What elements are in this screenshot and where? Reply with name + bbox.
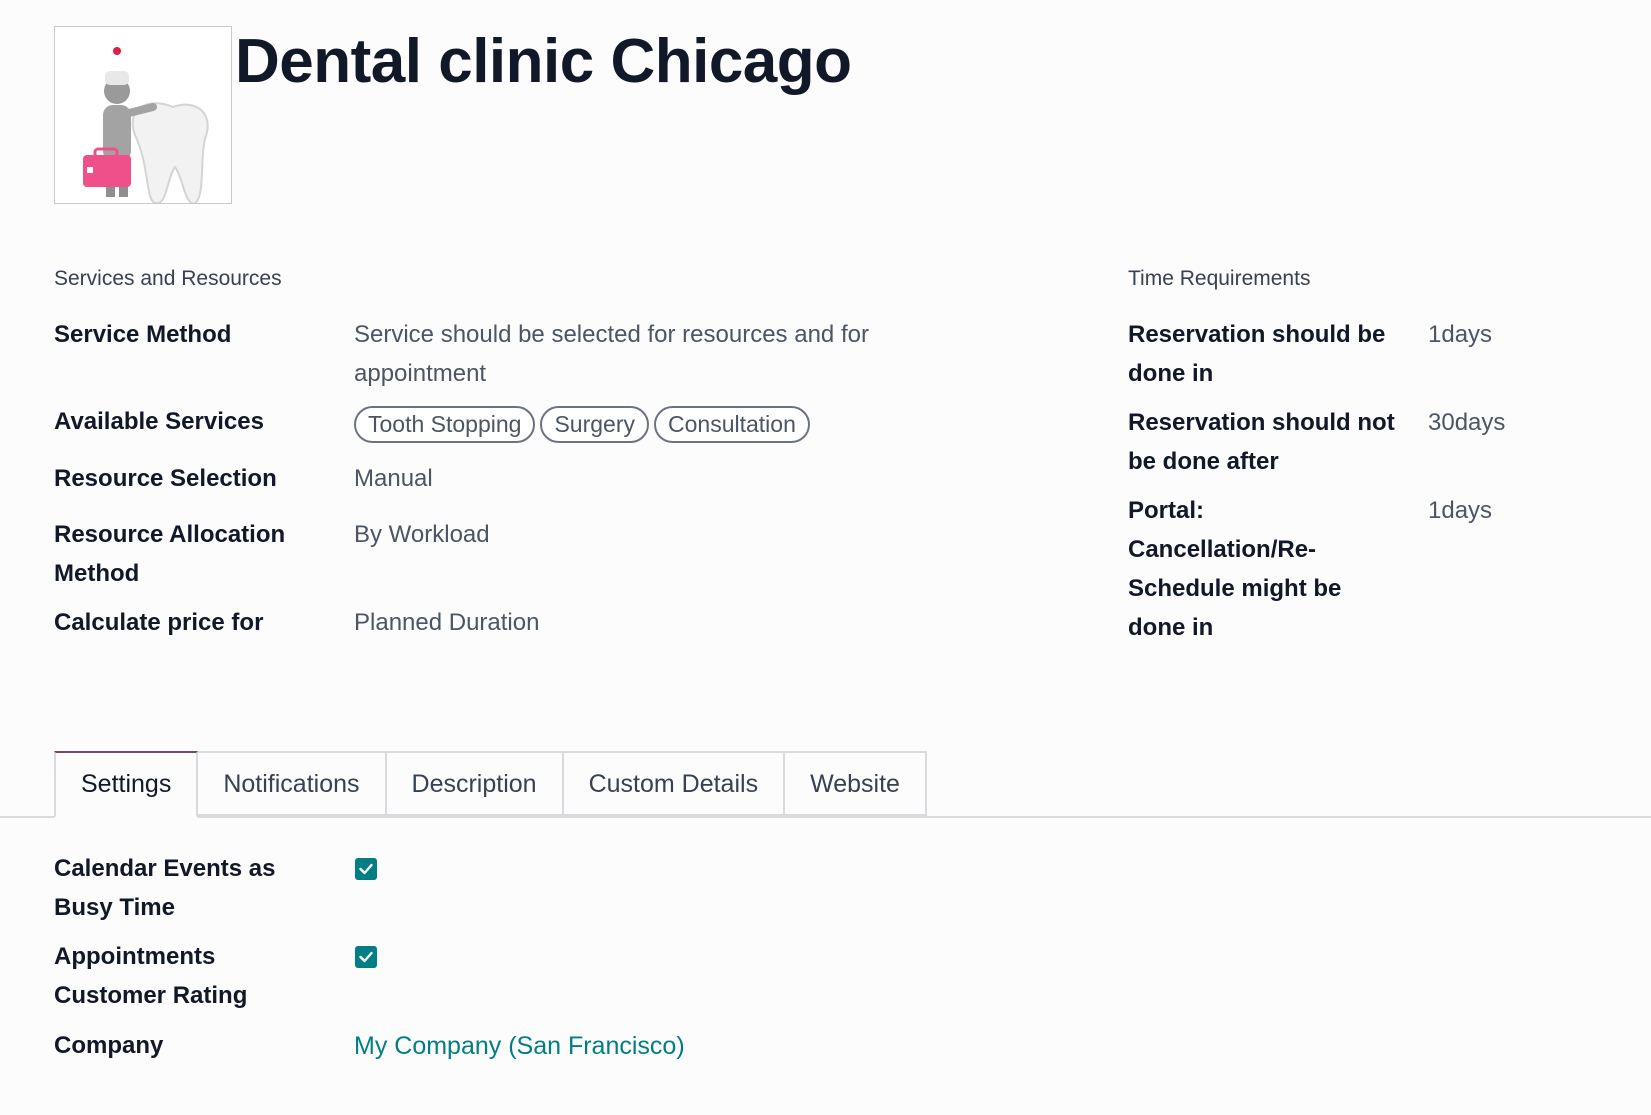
service-method-value[interactable]: Service should be selected for resources… [354, 315, 869, 354]
service-method-label: Service Method [54, 321, 232, 348]
dentist-with-tooth-icon [83, 47, 209, 203]
calendar-busy-label: Calendar Events as [54, 855, 276, 882]
reservation-not-after-value[interactable]: 30days [1428, 403, 1505, 442]
section-title-time: Time Requirements [1128, 267, 1311, 290]
resource-allocation-label-cont: Method [54, 560, 140, 587]
tab-website[interactable]: Website [785, 751, 927, 816]
resource-allocation-value[interactable]: By Workload [354, 515, 490, 554]
checkmark-icon [359, 951, 373, 963]
service-tag[interactable]: Tooth Stopping [354, 406, 536, 443]
calculate-price-label: Calculate price for [54, 609, 264, 636]
portal-cancel-value[interactable]: 1days [1428, 491, 1492, 530]
company-link[interactable]: My Company (San Francisco) [354, 1027, 685, 1066]
portal-cancel-label-line4: done in [1128, 614, 1214, 641]
tab-settings[interactable]: Settings [54, 751, 199, 818]
section-title-services: Services and Resources [54, 267, 282, 290]
available-services-label: Available Services [54, 408, 264, 435]
page-title[interactable]: Dental clinic Chicago [235, 22, 852, 102]
reservation-in-value[interactable]: 1days [1428, 315, 1492, 354]
reservation-not-after-label-cont: be done after [1128, 448, 1279, 475]
checkmark-icon [359, 863, 373, 875]
reservation-in-label-cont: done in [1128, 360, 1214, 387]
reservation-not-after-label: Reservation should not [1128, 409, 1395, 436]
resource-selection-label: Resource Selection [54, 465, 277, 492]
service-method-value-cont[interactable]: appointment [354, 354, 486, 393]
portal-cancel-label: Portal: [1128, 497, 1205, 524]
calculate-price-value[interactable]: Planned Duration [354, 603, 539, 642]
available-services-tags[interactable]: Tooth Stopping Surgery Consultation [354, 406, 810, 443]
record-image[interactable] [54, 26, 232, 204]
resource-allocation-label: Resource Allocation [54, 521, 286, 548]
calendar-busy-label-cont: Busy Time [54, 894, 175, 921]
portal-cancel-label-line3: Schedule might be [1128, 575, 1342, 602]
resource-selection-value[interactable]: Manual [354, 459, 433, 498]
customer-rating-checkbox[interactable] [355, 946, 377, 968]
notebook-tabs: Settings Notifications Description Custo… [54, 751, 927, 818]
customer-rating-label-cont: Customer Rating [54, 982, 248, 1009]
customer-rating-label: Appointments [54, 943, 216, 970]
calendar-busy-checkbox[interactable] [355, 858, 377, 880]
reservation-in-label: Reservation should be [1128, 321, 1386, 348]
company-label: Company [54, 1032, 164, 1059]
portal-cancel-label-line2: Cancellation/Re- [1128, 536, 1317, 563]
tab-custom-details[interactable]: Custom Details [563, 751, 786, 816]
service-tag[interactable]: Consultation [654, 406, 810, 443]
tab-description[interactable]: Description [386, 751, 564, 816]
tab-notifications[interactable]: Notifications [198, 751, 387, 816]
service-tag[interactable]: Surgery [540, 406, 649, 443]
